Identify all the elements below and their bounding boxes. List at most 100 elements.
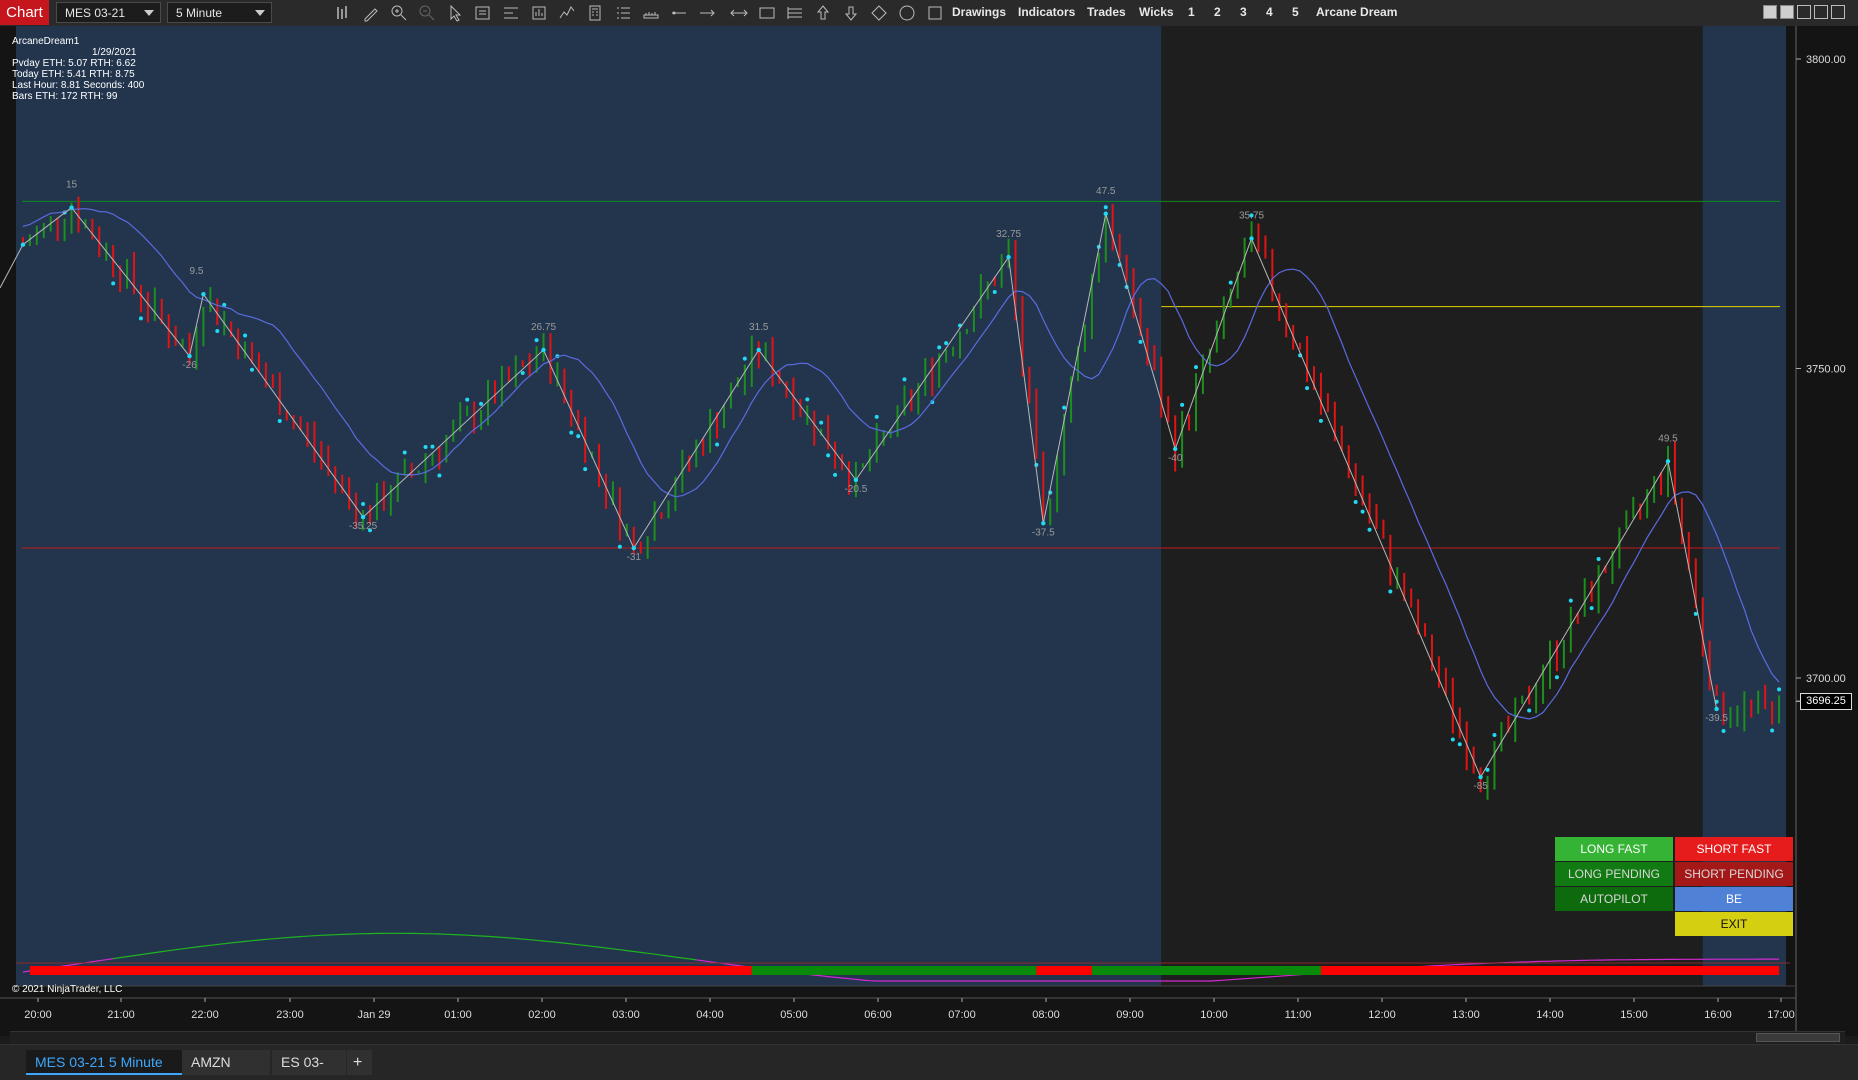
signal-dot [805, 397, 810, 402]
time-tick-label: 16:00 [1704, 1009, 1732, 1021]
arcane-dream-menu[interactable]: Arcane Dream [1316, 0, 1397, 25]
exit-button[interactable]: EXIT [1675, 912, 1793, 936]
tab-amzn-daily[interactable]: AMZN Daily [182, 1050, 270, 1080]
signal-dot [1457, 742, 1462, 747]
regime-segment [29, 966, 752, 975]
signal-dot [937, 345, 942, 350]
long-pending-button[interactable]: LONG PENDING [1555, 862, 1673, 886]
bar-style-icon[interactable] [333, 3, 353, 23]
drawings-menu[interactable]: Drawings [952, 0, 1006, 25]
tab-mes-5-minute[interactable]: MES 03-21 5 Minute [26, 1050, 182, 1075]
line-icon[interactable] [669, 3, 689, 23]
chart-style-icon[interactable] [529, 3, 549, 23]
trades-menu[interactable]: Trades [1087, 0, 1126, 25]
preset-4-button[interactable]: 4 [1266, 0, 1273, 25]
swing-label: 35.75 [1239, 211, 1264, 222]
arrow-down-icon[interactable] [841, 3, 861, 23]
signal-dot [1360, 509, 1365, 514]
pointer-icon[interactable] [445, 3, 465, 23]
add-tab-button[interactable]: + [347, 1050, 372, 1075]
autopilot-button[interactable]: AUTOPILOT [1555, 887, 1673, 911]
bar-count: Bars ETH: 172 RTH: 99 [12, 91, 118, 102]
swing-label: -39.5 [1705, 713, 1728, 724]
swing-dot [1041, 521, 1046, 526]
arrow-up-icon[interactable] [813, 3, 833, 23]
close-icon[interactable] [1831, 5, 1845, 19]
signal-dot [402, 450, 407, 455]
swing-dot [1103, 211, 1108, 216]
time-tick-label: 13:00 [1452, 1009, 1480, 1021]
swing-label: 47.5 [1096, 186, 1116, 197]
pencil-icon[interactable] [361, 3, 381, 23]
signal-dot [1492, 733, 1497, 738]
diamond-icon[interactable] [869, 3, 889, 23]
instrument-selector[interactable]: MES 03-21 [56, 2, 161, 23]
signal-dot [277, 419, 282, 424]
preset-2-button[interactable]: 2 [1214, 0, 1221, 25]
short-pending-button[interactable]: SHORT PENDING [1675, 862, 1793, 886]
chart-window-label: Chart [0, 0, 49, 25]
restore-icon[interactable] [1814, 5, 1828, 19]
last-hour-stats: Last Hour: 8.81 Seconds: 400 [12, 80, 145, 91]
signal-dot [111, 281, 116, 286]
zoom-in-icon[interactable] [389, 3, 409, 23]
instrument-value: MES 03-21 [65, 6, 126, 20]
swing-dot [360, 514, 366, 520]
time-tick-label: 09:00 [1116, 1009, 1144, 1021]
swing-label: 26.75 [531, 322, 556, 333]
long-fast-button[interactable]: LONG FAST [1555, 837, 1673, 861]
signal-dot [819, 420, 824, 425]
tile-window-icon[interactable] [1763, 5, 1777, 19]
interval-selector[interactable]: 5 Minute [167, 2, 272, 23]
signal-dot [437, 473, 442, 478]
preset-3-button[interactable]: 3 [1240, 0, 1247, 25]
ray-icon[interactable] [697, 3, 717, 23]
zoom-out-icon[interactable] [417, 3, 437, 23]
signal-dot [243, 333, 248, 338]
time-tick-label: 14:00 [1536, 1009, 1564, 1021]
fib-icon[interactable] [785, 3, 805, 23]
rectangle-icon[interactable] [757, 3, 777, 23]
cascade-window-icon[interactable] [1780, 5, 1794, 19]
swing-dot [631, 545, 636, 551]
horizontal-scrollbar[interactable] [10, 1031, 1845, 1044]
indicator-info-box: ArcaneDream1 1/29/2021 Pvday ETH: 5.07 RTH… [12, 36, 144, 102]
short-fast-button[interactable]: SHORT FAST [1675, 837, 1793, 861]
signal-dot [715, 442, 720, 447]
signal-dot [1589, 606, 1594, 611]
signal-dot [1318, 418, 1323, 423]
info-date: 1/29/2021 [92, 47, 137, 58]
signal-dot [1367, 527, 1372, 532]
signal-dot [1721, 729, 1726, 734]
price-tick-label: 3700.00 [1806, 673, 1846, 685]
calculator-icon[interactable] [585, 3, 605, 23]
swing-dot [541, 347, 546, 353]
signal-dot [1388, 589, 1393, 594]
breakeven-button[interactable]: BE [1675, 887, 1793, 911]
swing-label: 32.75 [996, 229, 1021, 240]
tab-es-03-21[interactable]: ES 03-21 [272, 1050, 346, 1080]
ruler-icon[interactable] [641, 3, 661, 23]
strategy-icon[interactable] [557, 3, 577, 23]
properties-icon[interactable] [501, 3, 521, 23]
swing-dot [1006, 254, 1011, 260]
overnight-session-bg [16, 26, 1162, 986]
signal-dot [1180, 402, 1185, 407]
square-icon[interactable] [925, 3, 945, 23]
minimize-icon[interactable] [1797, 5, 1811, 19]
signal-dot [826, 453, 831, 458]
signal-dot [583, 467, 588, 472]
extended-line-icon[interactable] [729, 3, 749, 23]
swing-dot [756, 347, 761, 353]
preset-1-button[interactable]: 1 [1188, 0, 1195, 25]
wicks-menu[interactable]: Wicks [1139, 0, 1174, 25]
swing-dot [1172, 446, 1178, 452]
data-box-icon[interactable] [473, 3, 493, 23]
indicators-menu[interactable]: Indicators [1018, 0, 1075, 25]
list-icon[interactable] [613, 3, 633, 23]
signal-dot [1138, 339, 1143, 344]
scrollbar-thumb[interactable] [1756, 1033, 1840, 1042]
ellipse-icon[interactable] [897, 3, 917, 23]
preset-5-button[interactable]: 5 [1292, 0, 1299, 25]
swing-dot [853, 477, 859, 483]
